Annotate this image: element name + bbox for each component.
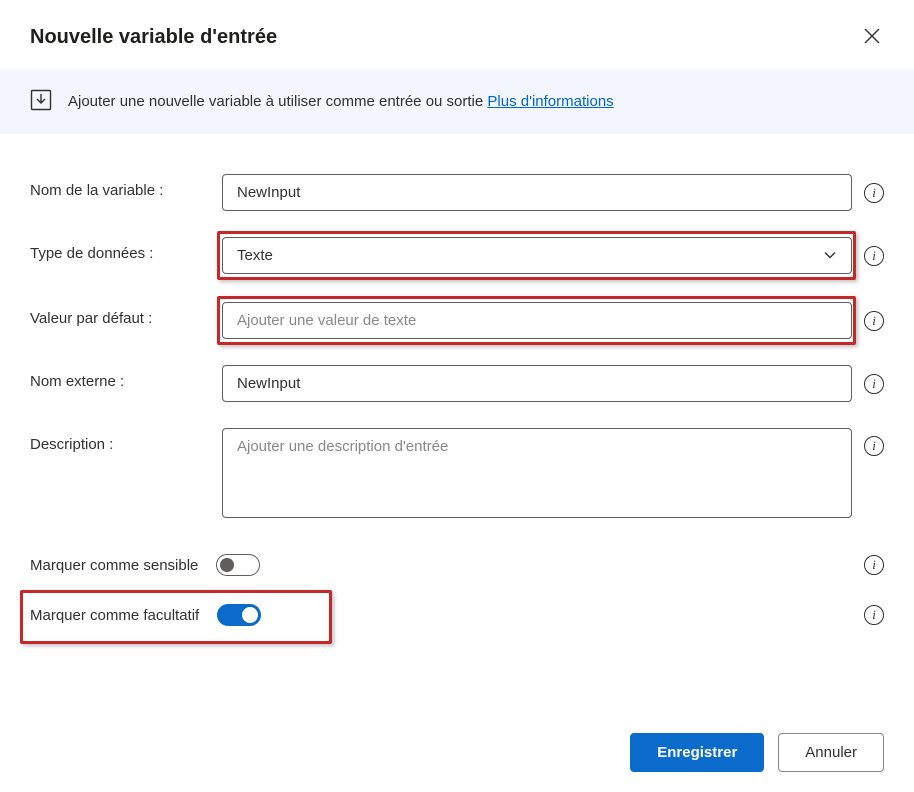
- dialog-header: Nouvelle variable d'entrée: [0, 0, 914, 69]
- label-description: Description :: [30, 428, 222, 453]
- label-data-type: Type de données :: [30, 237, 222, 262]
- info-icon[interactable]: [864, 555, 884, 575]
- row-variable-name: Nom de la variable :: [30, 174, 884, 211]
- label-external-name: Nom externe :: [30, 365, 222, 390]
- external-name-input[interactable]: [222, 365, 852, 402]
- row-external-name: Nom externe :: [30, 365, 884, 402]
- close-button[interactable]: [860, 24, 884, 51]
- input-variable-icon: [30, 89, 52, 114]
- dialog-footer: Enregistrer Annuler: [630, 733, 884, 772]
- label-optional: Marquer comme facultatif: [30, 607, 199, 624]
- dialog-title: Nouvelle variable d'entrée: [30, 26, 277, 49]
- cancel-button[interactable]: Annuler: [778, 733, 884, 772]
- label-variable-name: Nom de la variable :: [30, 174, 222, 199]
- row-description: Description :: [30, 428, 884, 518]
- info-icon[interactable]: [864, 605, 884, 625]
- info-icon[interactable]: [864, 183, 884, 203]
- variable-name-input[interactable]: [222, 174, 852, 211]
- info-icon[interactable]: [864, 436, 884, 456]
- default-value-input[interactable]: [222, 302, 852, 339]
- close-icon: [864, 28, 880, 44]
- row-default-value: Valeur par défaut :: [30, 302, 884, 339]
- label-sensitive: Marquer comme sensible: [30, 557, 198, 574]
- form-area: Nom de la variable : Type de données : T…: [0, 134, 914, 674]
- sensitive-toggle[interactable]: [216, 554, 260, 576]
- row-data-type: Type de données : Texte: [30, 237, 884, 274]
- save-button[interactable]: Enregistrer: [630, 733, 764, 772]
- data-type-select[interactable]: Texte: [222, 237, 852, 274]
- info-icon[interactable]: [864, 246, 884, 266]
- optional-toggle[interactable]: [217, 604, 261, 626]
- banner-message: Ajouter une nouvelle variable à utiliser…: [68, 93, 487, 110]
- row-sensitive: Marquer comme sensible: [30, 554, 884, 576]
- label-default-value: Valeur par défaut :: [30, 302, 222, 327]
- info-banner: Ajouter une nouvelle variable à utiliser…: [0, 69, 914, 134]
- more-info-link[interactable]: Plus d'informations: [487, 93, 613, 110]
- description-input[interactable]: [222, 428, 852, 518]
- row-optional: Marquer comme facultatif: [30, 604, 884, 626]
- banner-text: Ajouter une nouvelle variable à utiliser…: [68, 93, 614, 110]
- info-icon[interactable]: [864, 311, 884, 331]
- info-icon[interactable]: [864, 374, 884, 394]
